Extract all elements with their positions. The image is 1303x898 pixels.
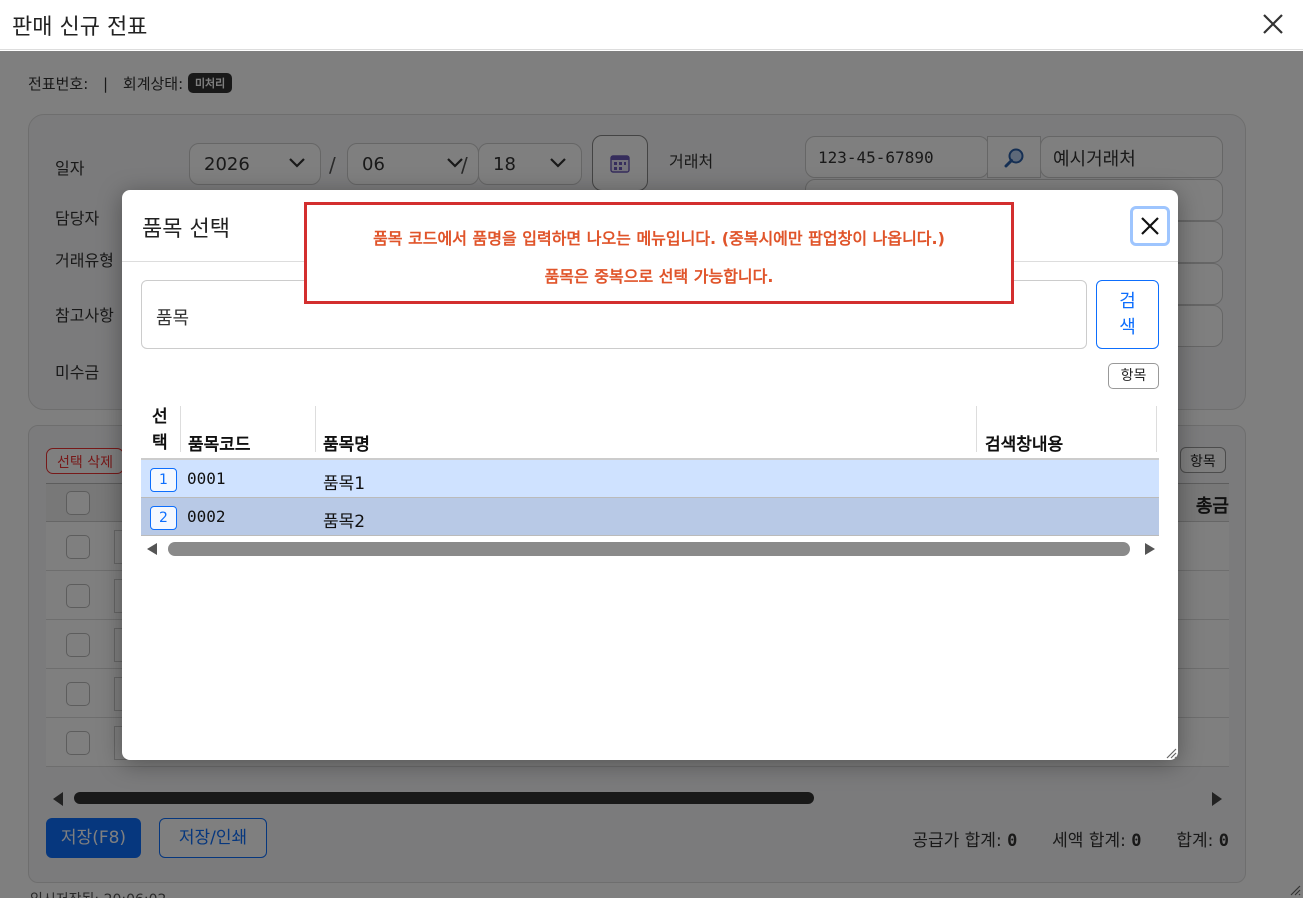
row-select-button[interactable]: 1: [150, 468, 177, 492]
scrollbar-thumb[interactable]: [168, 542, 1130, 556]
table-row[interactable]: 1 0001 품목1: [141, 460, 1159, 498]
window-header: 판매 신규 전표: [0, 0, 1303, 50]
item-code: 0001: [187, 469, 226, 488]
window-close-icon[interactable]: [1259, 10, 1287, 38]
resize-grip-icon[interactable]: [1165, 747, 1177, 759]
item-results-table: 선택 품목코드 품목명 검색창내용 1 0001 품목1 2 0002 품목2: [141, 404, 1159, 536]
modal-horizontal-scrollbar[interactable]: [141, 540, 1159, 558]
annotation-line-1: 품목 코드에서 품명을 입력하면 나오는 메뉴입니다. (중복시에만 팝업창이 …: [373, 229, 945, 248]
search-button[interactable]: 검색: [1096, 280, 1159, 349]
scroll-left-icon[interactable]: [147, 543, 157, 555]
table-header: 선택 품목코드 품목명 검색창내용: [141, 404, 1159, 460]
table-row[interactable]: 2 0002 품목2: [141, 498, 1159, 536]
annotation-callout: 품목 코드에서 품명을 입력하면 나오는 메뉴입니다. (중복시에만 팝업창이 …: [304, 202, 1014, 304]
modal-title: 품목 선택: [142, 217, 230, 242]
item-name: 품목2: [323, 512, 366, 532]
row-select-button[interactable]: 2: [150, 506, 177, 530]
item-code: 0002: [187, 507, 226, 526]
item-name: 품목1: [323, 474, 366, 494]
window-title: 판매 신규 전표: [12, 15, 148, 40]
close-icon: [1141, 217, 1159, 235]
modal-close-button[interactable]: [1130, 206, 1170, 246]
column-items-button[interactable]: 항목: [1108, 363, 1159, 389]
scroll-right-icon[interactable]: [1145, 543, 1155, 555]
col-select: 선택: [152, 407, 168, 453]
annotation-line-2: 품목은 중복으로 선택 가능합니다.: [544, 267, 774, 286]
search-button-label: 검색: [1119, 291, 1136, 338]
